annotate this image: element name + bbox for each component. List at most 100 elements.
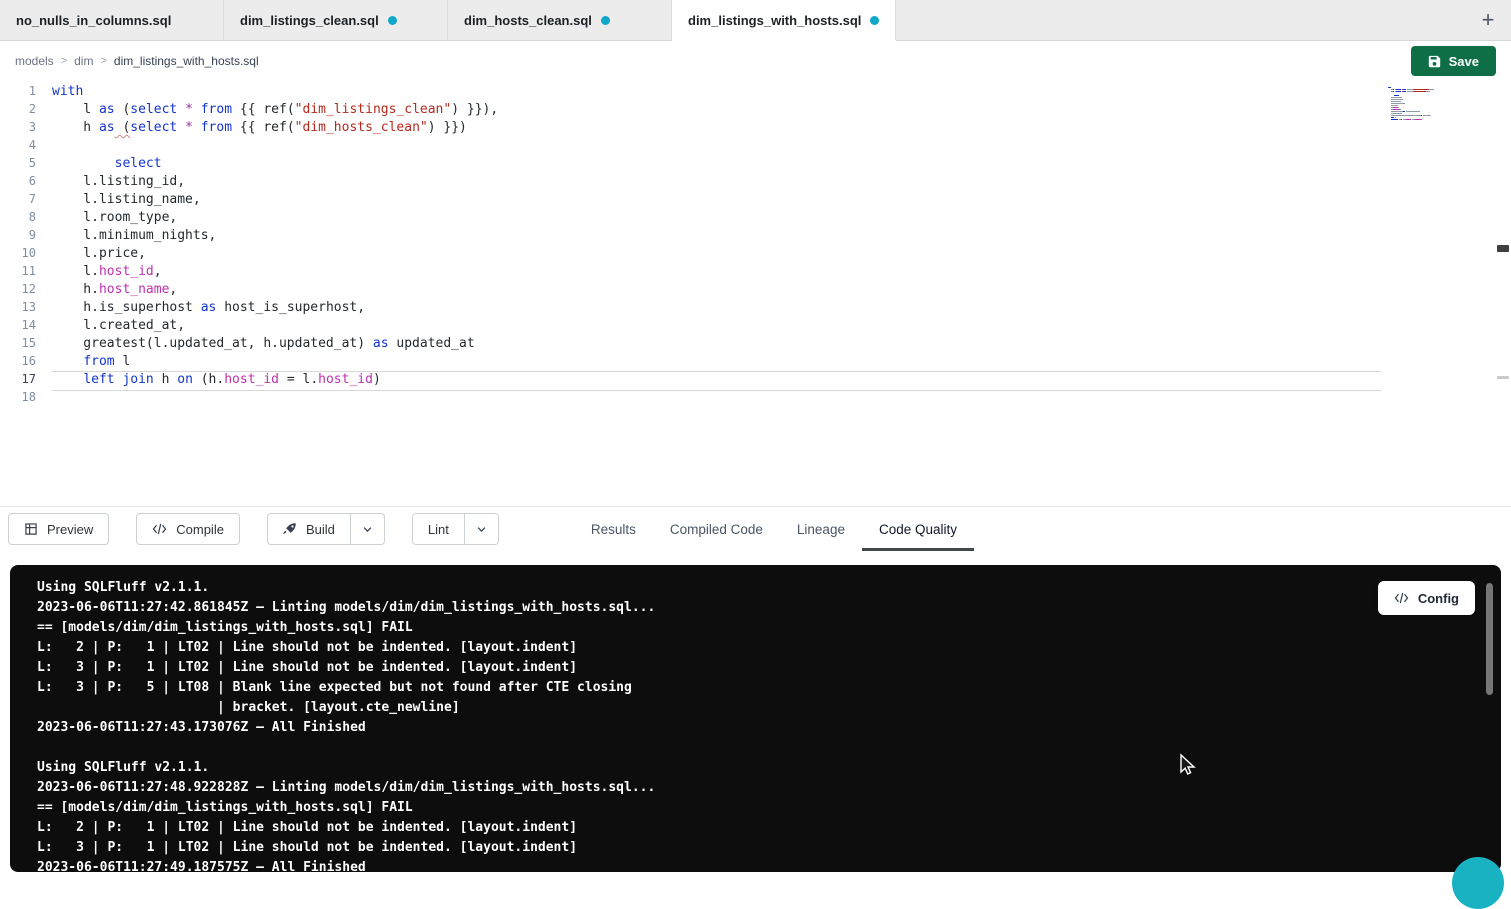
- editor-tab[interactable]: dim_listings_with_hosts.sql: [672, 0, 896, 40]
- breadcrumb-item[interactable]: dim: [74, 54, 93, 68]
- line-number: 10: [0, 246, 36, 264]
- breadcrumb-item[interactable]: models: [15, 54, 54, 68]
- tab-code-quality[interactable]: Code Quality: [862, 507, 974, 551]
- breadcrumb-bar: models>dim>dim_listings_with_hosts.sql S…: [0, 41, 1511, 81]
- grid-icon: [24, 522, 38, 536]
- lint-button[interactable]: Lint: [412, 513, 465, 545]
- line-number: 1: [0, 84, 36, 102]
- code-token: host_id: [318, 372, 373, 387]
- code-token: = l.: [279, 372, 318, 387]
- breadcrumb-separator: >: [100, 55, 106, 67]
- code-line[interactable]: l.listing_name,: [52, 192, 1381, 210]
- build-dropdown-button[interactable]: [351, 513, 385, 545]
- editor-scrollbar[interactable]: [1496, 81, 1510, 506]
- code-token: l.room_type,: [52, 210, 177, 225]
- code-line[interactable]: h as (select * from {{ ref("dim_hosts_cl…: [52, 120, 1381, 138]
- chat-bubble[interactable]: [1452, 857, 1504, 909]
- tab-compiled-code[interactable]: Compiled Code: [653, 507, 780, 551]
- code-token: h: [52, 120, 99, 135]
- editor-tab[interactable]: dim_hosts_clean.sql: [448, 0, 672, 40]
- code-line[interactable]: greatest(l.updated_at, h.updated_at) as …: [52, 336, 1381, 354]
- editor-tab[interactable]: dim_listings_clean.sql: [224, 0, 448, 40]
- code-token: as: [201, 300, 217, 315]
- code-line[interactable]: from l: [52, 354, 1381, 372]
- line-number: 16: [0, 354, 36, 372]
- code-token: l: [52, 102, 99, 117]
- line-number: 15: [0, 336, 36, 354]
- code-line[interactable]: l as (select * from {{ ref("dim_listings…: [52, 102, 1381, 120]
- code-line[interactable]: h.host_name,: [52, 282, 1381, 300]
- minimap-line: [1388, 89, 1462, 90]
- lint-dropdown-button[interactable]: [465, 513, 499, 545]
- line-number: 14: [0, 318, 36, 336]
- code-token: l.listing_id,: [52, 174, 185, 189]
- code-token: [177, 120, 185, 135]
- code-token: ) }}): [428, 120, 467, 135]
- unsaved-changes-dot: [388, 16, 397, 25]
- save-icon: [1428, 55, 1441, 68]
- editor-minimap[interactable]: [1388, 87, 1462, 123]
- line-number: 2: [0, 102, 36, 120]
- new-tab-button[interactable]: +: [1465, 0, 1511, 40]
- code-line[interactable]: [52, 138, 1381, 156]
- code-token: select: [115, 156, 162, 171]
- editor-tab[interactable]: no_nulls_in_columns.sql: [0, 0, 224, 40]
- tab-lineage[interactable]: Lineage: [780, 507, 862, 551]
- line-number: 17: [0, 372, 36, 390]
- code-line[interactable]: l.created_at,: [52, 318, 1381, 336]
- scroll-annotation-mark: [1497, 245, 1509, 252]
- code-line[interactable]: l.price,: [52, 246, 1381, 264]
- unsaved-changes-dot: [601, 16, 610, 25]
- line-number: 9: [0, 228, 36, 246]
- save-button[interactable]: Save: [1411, 46, 1496, 76]
- code-token: l.price,: [52, 246, 146, 261]
- code-line[interactable]: l.host_id,: [52, 264, 1381, 282]
- code-token: h.: [52, 282, 99, 297]
- code-line[interactable]: l.minimum_nights,: [52, 228, 1381, 246]
- code-token: select: [130, 102, 177, 117]
- code-token: [193, 102, 201, 117]
- terminal-scrollbar-thumb[interactable]: [1486, 583, 1493, 695]
- compile-button-group: Compile: [136, 513, 240, 545]
- tab-label: dim_listings_with_hosts.sql: [688, 13, 861, 28]
- lint-button-group: Lint: [412, 513, 499, 545]
- rocket-icon: [283, 522, 297, 536]
- minimap-line: [1388, 107, 1462, 108]
- code-token: l.minimum_nights,: [52, 228, 216, 243]
- line-number: 13: [0, 300, 36, 318]
- code-token: host_id: [99, 264, 154, 279]
- button-label: Compile: [176, 522, 224, 537]
- code-token: from: [83, 354, 114, 369]
- minimap-line: [1388, 95, 1462, 96]
- code-line[interactable]: l.room_type,: [52, 210, 1381, 228]
- code-line[interactable]: left join h on (h.host_id = l.host_id): [52, 372, 1381, 390]
- line-number: 11: [0, 264, 36, 282]
- code-token: *: [185, 102, 193, 117]
- code-editor[interactable]: 123456789101112131415161718 with l as (s…: [0, 81, 1511, 506]
- config-button[interactable]: Config: [1378, 581, 1475, 615]
- code-token: ,: [154, 264, 162, 279]
- code-token: ) }}),: [451, 102, 498, 117]
- code-token: l: [115, 354, 131, 369]
- code-token: select: [130, 120, 177, 135]
- minimap-line: [1388, 101, 1462, 102]
- compile-button[interactable]: Compile: [136, 513, 240, 545]
- editor-code[interactable]: with l as (select * from {{ ref("dim_lis…: [52, 84, 1381, 408]
- code-line[interactable]: select: [52, 156, 1381, 174]
- line-number: 7: [0, 192, 36, 210]
- code-line[interactable]: [52, 390, 1381, 408]
- build-button[interactable]: Build: [267, 513, 351, 545]
- minimap-line: [1388, 115, 1462, 116]
- tab-results[interactable]: Results: [574, 507, 653, 551]
- breadcrumb: models>dim>dim_listings_with_hosts.sql: [15, 54, 259, 68]
- editor-gutter: 123456789101112131415161718: [0, 84, 36, 408]
- breadcrumb-item[interactable]: dim_listings_with_hosts.sql: [114, 54, 259, 68]
- lint-output-terminal[interactable]: Using SQLFluff v2.1.1. 2023-06-06T11:27:…: [10, 565, 1501, 872]
- preview-button[interactable]: Preview: [8, 513, 109, 545]
- code-token: ,: [169, 282, 177, 297]
- code-line[interactable]: l.listing_id,: [52, 174, 1381, 192]
- code-line[interactable]: with: [52, 84, 1381, 102]
- code-line[interactable]: h.is_superhost as host_is_superhost,: [52, 300, 1381, 318]
- button-label: Build: [306, 522, 335, 537]
- code-token: [52, 354, 83, 369]
